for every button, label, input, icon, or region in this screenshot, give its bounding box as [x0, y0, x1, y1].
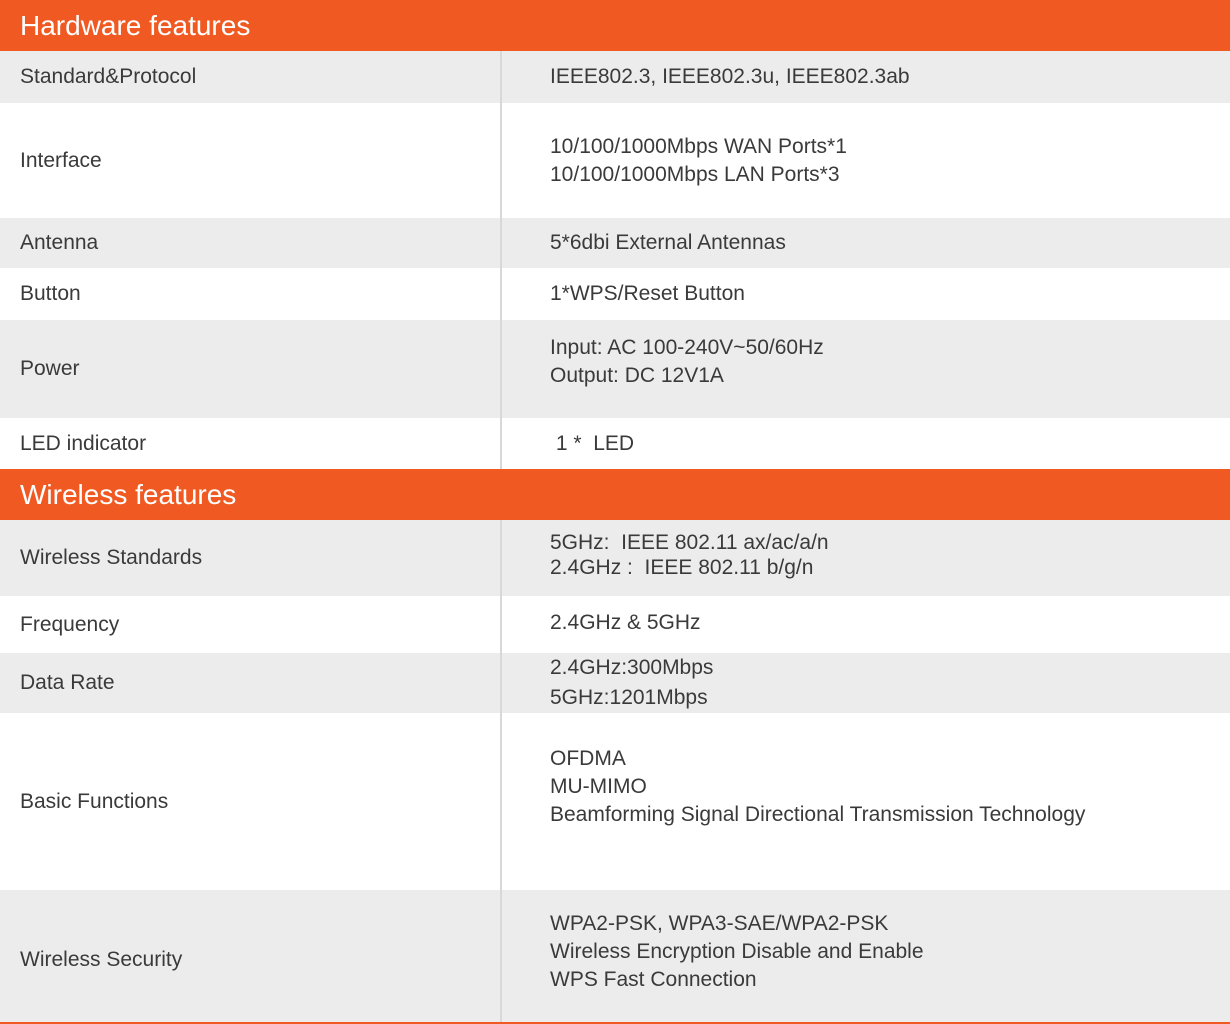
- spec-row-wireless-security: Wireless Security WPA2-PSK, WPA3-SAE/WPA…: [0, 890, 1230, 1022]
- spec-value-line: Beamforming Signal Directional Transmiss…: [550, 803, 1086, 826]
- spec-label: Basic Functions: [20, 789, 169, 813]
- spec-value-line: IEEE802.3, IEEE802.3u, IEEE802.3ab: [550, 65, 910, 88]
- spec-value: IEEE802.3, IEEE802.3u, IEEE802.3ab: [550, 51, 1220, 103]
- spec-row-data-rate: Data Rate 2.4GHz:300Mbps 5GHz:1201Mbps: [0, 653, 1230, 713]
- spec-value-line: 2.4GHz : IEEE 802.11 b/g/n: [550, 556, 814, 579]
- spec-value: OFDMA MU-MIMO Beamforming Signal Directi…: [550, 713, 1220, 890]
- spec-value-line: 10/100/1000Mbps LAN Ports*3: [550, 162, 840, 186]
- spec-row-frequency: Frequency 2.4GHz & 5GHz: [0, 596, 1230, 653]
- spec-label: Antenna: [20, 231, 99, 254]
- spec-row-power: Power Input: AC 100-240V~50/60Hz Output:…: [0, 320, 1230, 418]
- spec-value-line: MU-MIMO: [550, 775, 647, 798]
- spec-value-line: 5GHz: IEEE 802.11 ax/ac/a/n: [550, 531, 829, 554]
- spec-value: 5*6dbi External Antennas: [550, 218, 1220, 268]
- spec-row-button: Button 1*WPS/Reset Button: [0, 268, 1230, 320]
- spec-row-standard-protocol: Standard&Protocol IEEE802.3, IEEE802.3u,…: [0, 51, 1230, 103]
- spec-label: Interface: [20, 148, 102, 172]
- wireless-features-header: Wireless features: [0, 469, 1230, 520]
- spec-value: 2.4GHz:300Mbps 5GHz:1201Mbps: [550, 653, 1220, 713]
- spec-value-line: WPS Fast Connection: [550, 968, 757, 991]
- spec-label: Data Rate: [20, 671, 115, 694]
- section-title: Wireless features: [20, 478, 237, 510]
- spec-value: 2.4GHz & 5GHz: [550, 596, 1220, 653]
- spec-value-line: Output: DC 12V1A: [550, 364, 724, 387]
- spec-label: Power: [20, 357, 80, 380]
- spec-value-line: Wireless Encryption Disable and Enable: [550, 940, 924, 963]
- spec-value-line: OFDMA: [550, 747, 626, 770]
- spec-sheet: Hardware features Standard&Protocol IEEE…: [0, 0, 1230, 1024]
- section-title: Hardware features: [20, 9, 251, 41]
- spec-value-line: 1 * LED: [550, 431, 635, 455]
- spec-value: 1*WPS/Reset Button: [550, 268, 1220, 320]
- spec-row-interface: Interface 10/100/1000Mbps WAN Ports*1 10…: [0, 103, 1230, 218]
- spec-row-wireless-standards: Wireless Standards 5GHz: IEEE 802.11 ax/…: [0, 520, 1230, 596]
- spec-label: Standard&Protocol: [20, 65, 197, 88]
- spec-label: Wireless Security: [20, 948, 183, 971]
- spec-row-led-indicator: LED indicator 1 * LED: [0, 418, 1230, 469]
- spec-label: LED indicator: [20, 431, 147, 455]
- spec-value-line: WPA2-PSK, WPA3-SAE/WPA2-PSK: [550, 912, 889, 935]
- spec-value-line: 1*WPS/Reset Button: [550, 282, 745, 305]
- hardware-features-header: Hardware features: [0, 0, 1230, 51]
- spec-row-antenna: Antenna 5*6dbi External Antennas: [0, 218, 1230, 268]
- spec-value: 1 * LED: [550, 418, 1220, 469]
- spec-value-line: 2.4GHz & 5GHz: [550, 610, 701, 634]
- spec-value: Input: AC 100-240V~50/60Hz Output: DC 12…: [550, 320, 1220, 418]
- spec-value: 10/100/1000Mbps WAN Ports*1 10/100/1000M…: [550, 103, 1220, 218]
- spec-value: 5GHz: IEEE 802.11 ax/ac/a/n 2.4GHz : IEE…: [550, 520, 1220, 596]
- spec-value-line: 2.4GHz:300Mbps: [550, 656, 714, 679]
- spec-row-basic-functions: Basic Functions OFDMA MU-MIMO Beamformin…: [0, 713, 1230, 890]
- column-divider: [500, 520, 502, 1022]
- spec-value-line: 10/100/1000Mbps WAN Ports*1: [550, 134, 847, 158]
- spec-label: Button: [20, 282, 81, 305]
- spec-value-line: Input: AC 100-240V~50/60Hz: [550, 336, 824, 359]
- spec-label: Wireless Standards: [20, 546, 203, 569]
- spec-value-line: 5*6dbi External Antennas: [550, 231, 786, 254]
- spec-value-line: 5GHz:1201Mbps: [550, 686, 708, 709]
- spec-label: Frequency: [20, 612, 120, 636]
- column-divider: [500, 51, 502, 469]
- spec-value: WPA2-PSK, WPA3-SAE/WPA2-PSK Wireless Enc…: [550, 890, 1220, 1022]
